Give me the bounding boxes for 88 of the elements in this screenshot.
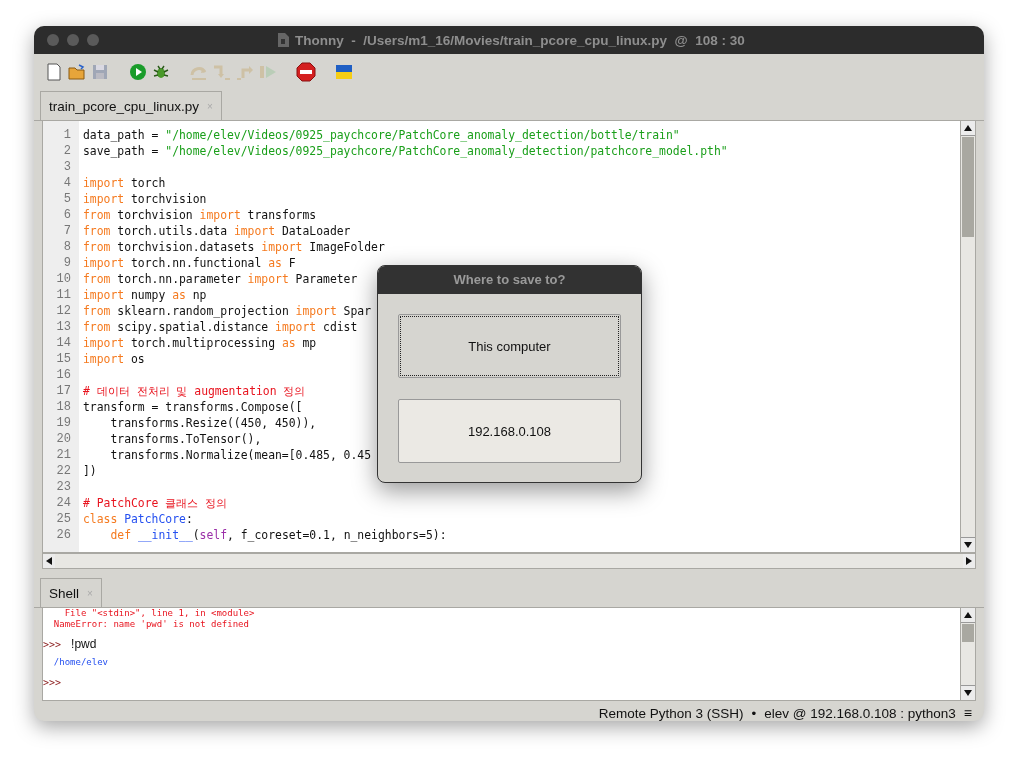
shell-line: File "<stdin>", line 1, in <module>: [63, 608, 255, 618]
code-line: transforms.Resize((450, 450)),: [109, 416, 317, 430]
scroll-left-icon[interactable]: [46, 557, 52, 565]
code-line: from torchvision import transforms: [83, 208, 317, 222]
tab-label: train_pcore_cpu_linux.py: [49, 98, 200, 114]
code-line: transforms.ToTensor(),: [109, 432, 262, 446]
line-number: 22: [55, 463, 72, 479]
code-line: # 데이터 전처리 및 augmentation 정의: [83, 384, 306, 398]
code-line: data_path = "/home/elev/Videos/0925_paychcore/PatchCore_anomaly_detection/bottle/train": [83, 128, 680, 142]
code-line: from torchvision.datasets import ImageFolder: [83, 240, 385, 254]
line-number: 23: [55, 479, 72, 495]
line-number: 4: [62, 175, 72, 191]
line-number: 19: [55, 415, 72, 431]
line-number: 1: [62, 127, 72, 143]
zoom-button[interactable]: [87, 34, 99, 46]
vertical-scrollbar[interactable]: [960, 121, 975, 552]
line-number: 7: [62, 223, 72, 239]
line-number: 15: [55, 351, 72, 367]
shell-line: NameError: name 'pwd' is not defined: [52, 619, 249, 629]
code-line: import os: [83, 352, 145, 366]
menu-button[interactable]: ≡: [963, 705, 972, 721]
code-line: class PatchCore:: [83, 512, 193, 526]
line-number: 14: [55, 335, 72, 351]
code-line: from torch.nn.parameter import Parameter: [83, 272, 358, 286]
line-number: 21: [55, 447, 72, 463]
scrollbar-thumb[interactable]: [962, 624, 974, 642]
scroll-up-icon[interactable]: [964, 612, 972, 618]
line-number: 18: [55, 399, 72, 415]
line-number: 9: [62, 255, 72, 271]
code-line: ]): [83, 464, 97, 478]
code-line: import torch: [83, 176, 166, 190]
minimize-button[interactable]: [67, 34, 79, 46]
scroll-up-icon[interactable]: [964, 125, 972, 131]
code-line: transforms.Normalize(mean=[0.485, 0.45: [109, 448, 372, 462]
document-icon: [277, 33, 289, 47]
line-number: 11: [55, 287, 72, 303]
line-number: 10: [55, 271, 72, 287]
code-line: transform = transforms.Compose([: [83, 400, 303, 414]
shell-line: !pwd: [71, 637, 97, 651]
code-line: import torch.nn.functional as F: [83, 256, 296, 270]
code-line: # PatchCore 클래스 정의: [83, 496, 228, 510]
code-line: from scipy.spatial.distance import cdist: [83, 320, 358, 334]
shell-prompt: >>>: [43, 639, 62, 650]
code-line: from torch.utils.data import DataLoader: [83, 224, 351, 238]
code-line: import numpy as np: [83, 288, 207, 302]
close-button[interactable]: [47, 34, 59, 46]
line-number: 20: [55, 431, 72, 447]
code-line: import torchvision: [83, 192, 207, 206]
line-number: 12: [55, 303, 72, 319]
dialog-button[interactable]: 192.168.0.108: [398, 399, 621, 463]
line-number: 25: [55, 511, 72, 527]
backend-label[interactable]: Remote Python 3 (SSH): [598, 705, 744, 721]
line-number: 17: [55, 383, 72, 399]
line-number: 8: [62, 239, 72, 255]
line-number: 24: [55, 495, 72, 511]
line-number: 16: [55, 367, 72, 383]
flag-icon[interactable]: [334, 62, 354, 82]
line-number: 3: [62, 159, 72, 175]
horizontal-scrollbar[interactable]: [42, 553, 976, 569]
separator-dot: •: [751, 705, 757, 721]
connection-label[interactable]: elev @ 192.168.0.108 : python3: [764, 705, 956, 721]
code-line: def __init__(self, f_coreset=0.1, n_neighbors=5):: [109, 528, 447, 542]
shell-prompt: >>>: [43, 677, 62, 688]
scroll-down-icon[interactable]: [964, 690, 972, 696]
dialog-button[interactable]: This computer: [398, 314, 621, 378]
shell-line: /home/elev: [52, 657, 109, 667]
code-line: from sklearn.random_projection import Spar: [83, 304, 372, 318]
window-title: Thonny - /Users/m1_16/Movies/train_pcore_cpu_linux.py @ 108 : 30: [295, 32, 745, 48]
vertical-scrollbar[interactable]: [960, 608, 975, 700]
run-icon[interactable]: [128, 62, 148, 82]
code-line: save_path = "/home/elev/Videos/0925_paychcore/PatchCore_anomaly_detection/patchcore_model.pth": [83, 144, 728, 158]
code-line: import torch.multiprocessing as mp: [83, 336, 317, 350]
shell-tab[interactable]: Shell ×: [40, 578, 102, 607]
folder-icon[interactable]: [67, 62, 87, 82]
new-file-icon[interactable]: [44, 62, 64, 82]
dialog-title: Where to save to?: [378, 266, 641, 294]
line-number: 26: [55, 527, 72, 543]
tab-label: Shell: [49, 585, 80, 601]
stop-icon[interactable]: [296, 62, 316, 82]
shell-panel[interactable]: File "<stdin>", line 1, in <module> NameError: name 'pwd' is not defined >>> !pwd /home/elev >>>: [42, 608, 976, 701]
scroll-right-icon[interactable]: [966, 557, 972, 565]
scroll-down-icon[interactable]: [964, 542, 972, 548]
scrollbar-thumb[interactable]: [962, 137, 974, 237]
editor-tab[interactable]: train_pcore_cpu_linux.py ×: [40, 91, 222, 120]
line-number: 2: [62, 143, 72, 159]
line-number: 6: [62, 207, 72, 223]
line-number: 13: [55, 319, 72, 335]
line-number: 5: [62, 191, 72, 207]
